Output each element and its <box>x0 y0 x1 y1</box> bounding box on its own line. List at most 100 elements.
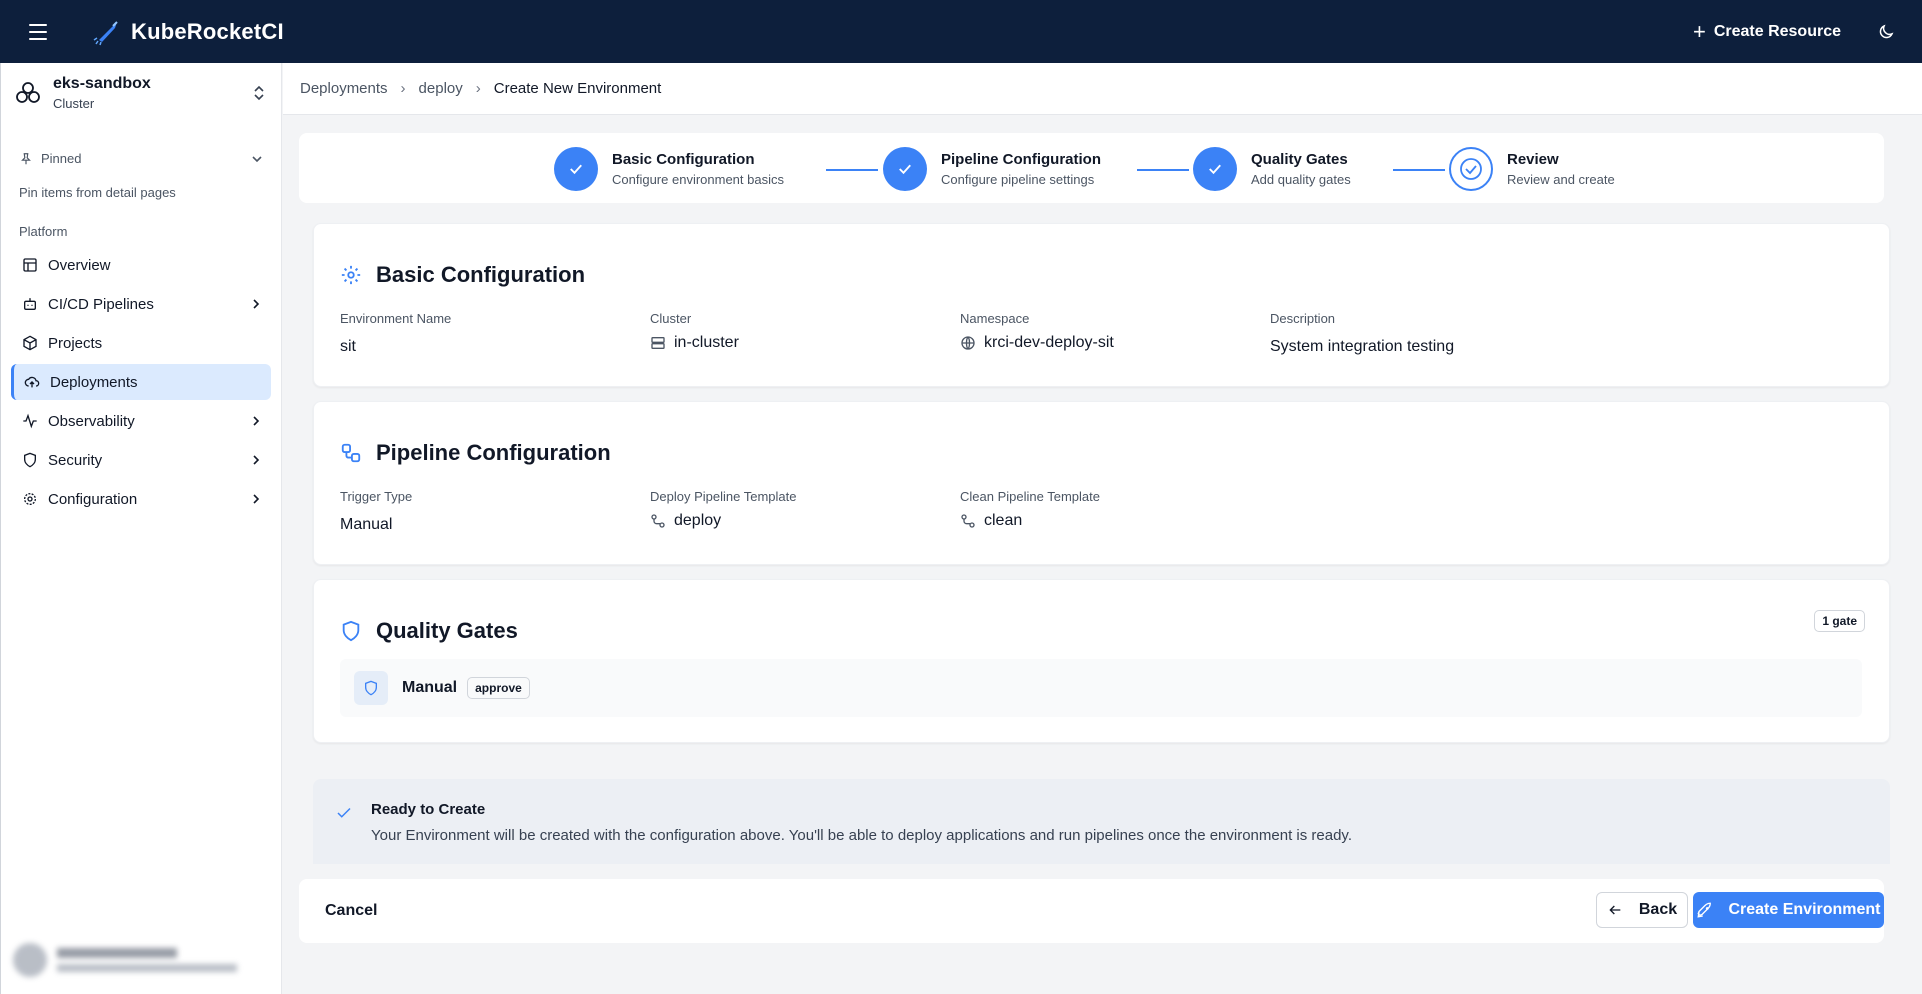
sidebar-item-label: Overview <box>48 256 111 274</box>
sidebar-item-observability[interactable]: Observability <box>11 403 271 439</box>
platform-section-label: Platform <box>19 224 68 239</box>
namespace-field: Namespace krci-dev-deploy-sit <box>960 311 1114 352</box>
create-environment-button[interactable]: Create Environment <box>1693 892 1884 928</box>
field-value: clean <box>984 512 1023 529</box>
step-quality-gates[interactable]: Quality Gates Add quality gates <box>1193 147 1351 191</box>
step-pipeline-configuration[interactable]: Pipeline Configuration Configure pipeline… <box>883 147 1101 191</box>
back-button[interactable]: Back <box>1596 892 1688 928</box>
sidebar-item-security[interactable]: Security <box>11 442 271 478</box>
chevron-right-icon: › <box>400 80 406 97</box>
gate-name: Manual <box>402 679 458 696</box>
cluster-switcher[interactable]: eks-sandbox Cluster <box>1 63 281 123</box>
cube-icon <box>21 334 39 352</box>
step-title: Pipeline Configuration <box>941 151 1101 168</box>
main-content: Deployments › deploy › Create New Enviro… <box>283 63 1922 994</box>
top-bar: KubeRocketCI + Create Resource <box>0 0 1922 63</box>
activity-icon <box>21 412 39 430</box>
check-icon <box>883 147 927 191</box>
field-label: Cluster <box>650 311 692 326</box>
shield-icon <box>342 620 360 642</box>
pin-icon <box>21 152 31 164</box>
sidebar-item-label: Projects <box>48 334 103 352</box>
chevron-right-icon: › <box>475 80 481 97</box>
card-title: Basic Configuration <box>376 262 586 287</box>
route-icon <box>961 514 975 528</box>
rocket-icon <box>1697 902 1712 918</box>
create-resource-label: Create Resource <box>1713 22 1841 40</box>
theme-toggle-button[interactable] <box>1871 17 1901 47</box>
cloud-upload-icon <box>23 373 41 391</box>
wizard-footer: Cancel Back Create Environment <box>299 879 1884 943</box>
gear-icon <box>21 490 39 508</box>
pinned-section-toggle[interactable]: Pinned <box>1 151 281 166</box>
field-value: sit <box>340 338 356 355</box>
rocket-logo-icon <box>93 20 118 45</box>
field-value: deploy <box>674 512 722 529</box>
step-connector <box>1393 169 1445 171</box>
table-icon <box>21 256 39 274</box>
clean-pipeline-template-field: Clean Pipeline Template clean <box>960 489 1100 530</box>
cluster-type: Cluster <box>53 96 95 111</box>
user-profile-blurred[interactable] <box>7 936 275 984</box>
breadcrumb-deployments[interactable]: Deployments <box>300 80 388 97</box>
plus-icon: + <box>1692 18 1706 44</box>
field-label: Environment Name <box>340 311 452 326</box>
sidebar-item-configuration[interactable]: Configuration <box>11 481 271 517</box>
menu-icon[interactable] <box>21 15 55 49</box>
pipeline-configuration-card: Pipeline Configuration Trigger Type Manu… <box>313 401 1890 565</box>
field-value: System integration testing <box>1270 338 1455 355</box>
sidebar-item-label: Configuration <box>48 490 138 508</box>
sidebar-item-label: Security <box>48 451 103 469</box>
arrow-left-icon <box>1609 905 1621 915</box>
step-subtitle: Configure pipeline settings <box>941 172 1095 187</box>
check-icon <box>554 147 598 191</box>
create-resource-button[interactable]: + Create Resource <box>1692 18 1841 44</box>
cluster-name: eks-sandbox <box>53 75 151 92</box>
ready-to-create-banner: Ready to Create Your Environment will be… <box>313 779 1890 864</box>
sidebar-item-deployments[interactable]: Deployments <box>11 364 271 400</box>
step-connector <box>826 169 878 171</box>
breadcrumb: Deployments › deploy › Create New Enviro… <box>283 63 1922 115</box>
field-value: krci-dev-deploy-sit <box>984 334 1114 351</box>
field-label: Namespace <box>960 311 1030 326</box>
sidebar-nav: Overview CI/CD Pipelines Projects Deploy… <box>1 247 281 517</box>
field-label: Clean Pipeline Template <box>960 489 1100 504</box>
brand[interactable]: KubeRocketCI <box>93 18 284 46</box>
environment-name-field: Environment Name sit <box>340 311 451 356</box>
bot-icon <box>21 295 39 313</box>
field-value: Manual <box>340 516 393 533</box>
deploy-pipeline-template-field: Deploy Pipeline Template deploy <box>650 489 796 530</box>
quality-gate-item: Manual approve <box>340 659 1862 717</box>
step-review[interactable]: Review Review and create <box>1449 147 1615 191</box>
description-field: Description System integration testing <box>1270 311 1454 356</box>
step-subtitle: Review and create <box>1507 172 1615 187</box>
step-title: Basic Configuration <box>612 151 755 168</box>
breadcrumb-current: Create New Environment <box>493 80 662 97</box>
create-environment-label: Create Environment <box>1728 901 1881 918</box>
card-title: Quality Gates <box>376 618 518 643</box>
chevron-right-icon <box>253 494 260 504</box>
basic-configuration-card: Basic Configuration Environment Name sit… <box>313 223 1890 387</box>
sidebar: eks-sandbox Cluster Pinned Pin items fro… <box>0 63 282 994</box>
breadcrumb-deploy[interactable]: deploy <box>419 80 463 97</box>
sidebar-item-cicd-pipelines[interactable]: CI/CD Pipelines <box>11 286 271 322</box>
sidebar-item-overview[interactable]: Overview <box>11 247 271 283</box>
sidebar-item-label: Deployments <box>50 373 138 391</box>
sidebar-item-projects[interactable]: Projects <box>11 325 271 361</box>
step-subtitle: Add quality gates <box>1251 172 1351 187</box>
pinned-label: Pinned <box>41 151 82 166</box>
server-icon <box>651 337 665 349</box>
step-title: Review <box>1507 151 1559 168</box>
cancel-button[interactable]: Cancel <box>309 895 393 927</box>
field-label: Deploy Pipeline Template <box>650 489 797 504</box>
chevron-up-down-icon <box>254 85 264 101</box>
step-connector <box>1137 169 1189 171</box>
globe-icon <box>961 336 975 350</box>
chevron-right-icon <box>253 299 260 309</box>
cluster-field: Cluster in-cluster <box>650 311 739 352</box>
pinned-hint: Pin items from detail pages <box>19 185 176 200</box>
route-icon <box>651 514 665 528</box>
step-basic-configuration[interactable]: Basic Configuration Configure environment… <box>554 147 784 191</box>
field-label: Description <box>1270 311 1336 326</box>
back-label: Back <box>1638 901 1678 918</box>
